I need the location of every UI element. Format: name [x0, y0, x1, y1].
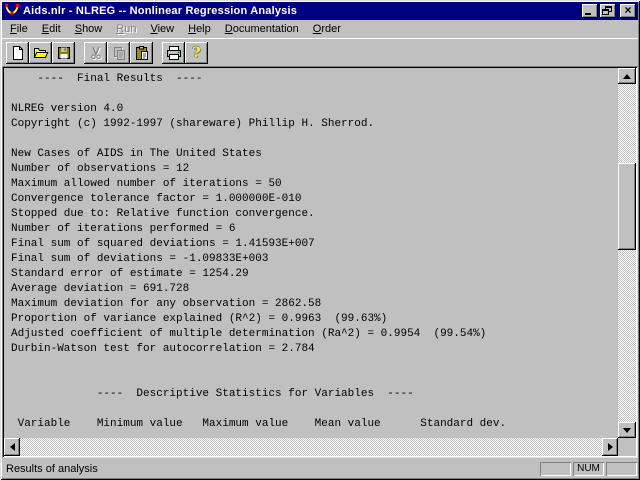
cut-scissors-icon — [88, 45, 104, 61]
menu-help[interactable]: Help — [181, 21, 218, 37]
menu-edit[interactable]: Edit — [35, 21, 68, 37]
menu-file[interactable]: File — [3, 21, 35, 37]
up-arrow-icon — [623, 74, 631, 79]
close-button[interactable]: × — [620, 4, 636, 18]
paste-button[interactable] — [130, 42, 153, 64]
horizontal-scrollbar[interactable] — [4, 438, 618, 456]
menu-run: Run — [109, 21, 143, 37]
status-panel-caps — [540, 462, 571, 476]
vertical-scrollbar-thumb[interactable] — [618, 163, 636, 250]
minimize-button[interactable] — [582, 4, 598, 18]
results-output-area[interactable]: ---- Final Results ---- NLREG version 4.… — [2, 66, 638, 458]
menu-documentation[interactable]: Documentation — [218, 21, 306, 37]
status-bar: Results of analysis NUM — [2, 460, 638, 478]
copy-icon — [111, 45, 127, 61]
help-button[interactable]: ? — [185, 42, 208, 64]
menu-view[interactable]: View — [143, 21, 181, 37]
status-panel-scrl — [606, 462, 637, 476]
menu-bar: File Edit Show Run View Help Documentati… — [2, 20, 638, 38]
save-floppy-icon — [56, 45, 72, 61]
scroll-left-button[interactable] — [4, 438, 20, 456]
print-icon — [166, 45, 182, 61]
menu-show[interactable]: Show — [68, 21, 110, 37]
new-file-icon — [10, 45, 26, 61]
print-button[interactable] — [162, 42, 185, 64]
copy-button — [107, 42, 130, 64]
app-icon[interactable] — [4, 3, 20, 19]
menu-order[interactable]: Order — [306, 21, 348, 37]
window-title: Aids.nlr - NLREG -- Nonlinear Regression… — [23, 5, 582, 17]
application-window: Aids.nlr - NLREG -- Nonlinear Regression… — [0, 0, 640, 480]
new-file-button[interactable] — [6, 42, 29, 64]
toolbar: ? — [2, 38, 638, 66]
vertical-scrollbar[interactable] — [618, 68, 636, 438]
minimize-icon — [585, 13, 591, 15]
scrollbar-corner — [618, 438, 636, 456]
paste-clipboard-icon — [134, 45, 150, 61]
cut-button — [84, 42, 107, 64]
left-arrow-icon — [10, 443, 15, 451]
scroll-up-button[interactable] — [618, 68, 636, 84]
down-arrow-icon — [623, 428, 631, 433]
scroll-down-button[interactable] — [618, 422, 636, 438]
status-message: Results of analysis — [2, 463, 538, 475]
status-panel-num: NUM — [573, 462, 604, 476]
results-text[interactable]: ---- Final Results ---- NLREG version 4.… — [4, 68, 618, 438]
save-button[interactable] — [52, 42, 75, 64]
right-arrow-icon — [608, 443, 613, 451]
open-file-button[interactable] — [29, 42, 52, 64]
toolbar-separator — [153, 42, 162, 64]
restore-button[interactable] — [600, 4, 616, 18]
toolbar-separator — [75, 42, 84, 64]
close-icon: × — [620, 4, 636, 17]
title-bar: Aids.nlr - NLREG -- Nonlinear Regression… — [2, 2, 638, 20]
open-folder-icon — [33, 45, 49, 61]
scroll-right-button[interactable] — [602, 438, 618, 456]
help-icon: ? — [192, 45, 200, 61]
